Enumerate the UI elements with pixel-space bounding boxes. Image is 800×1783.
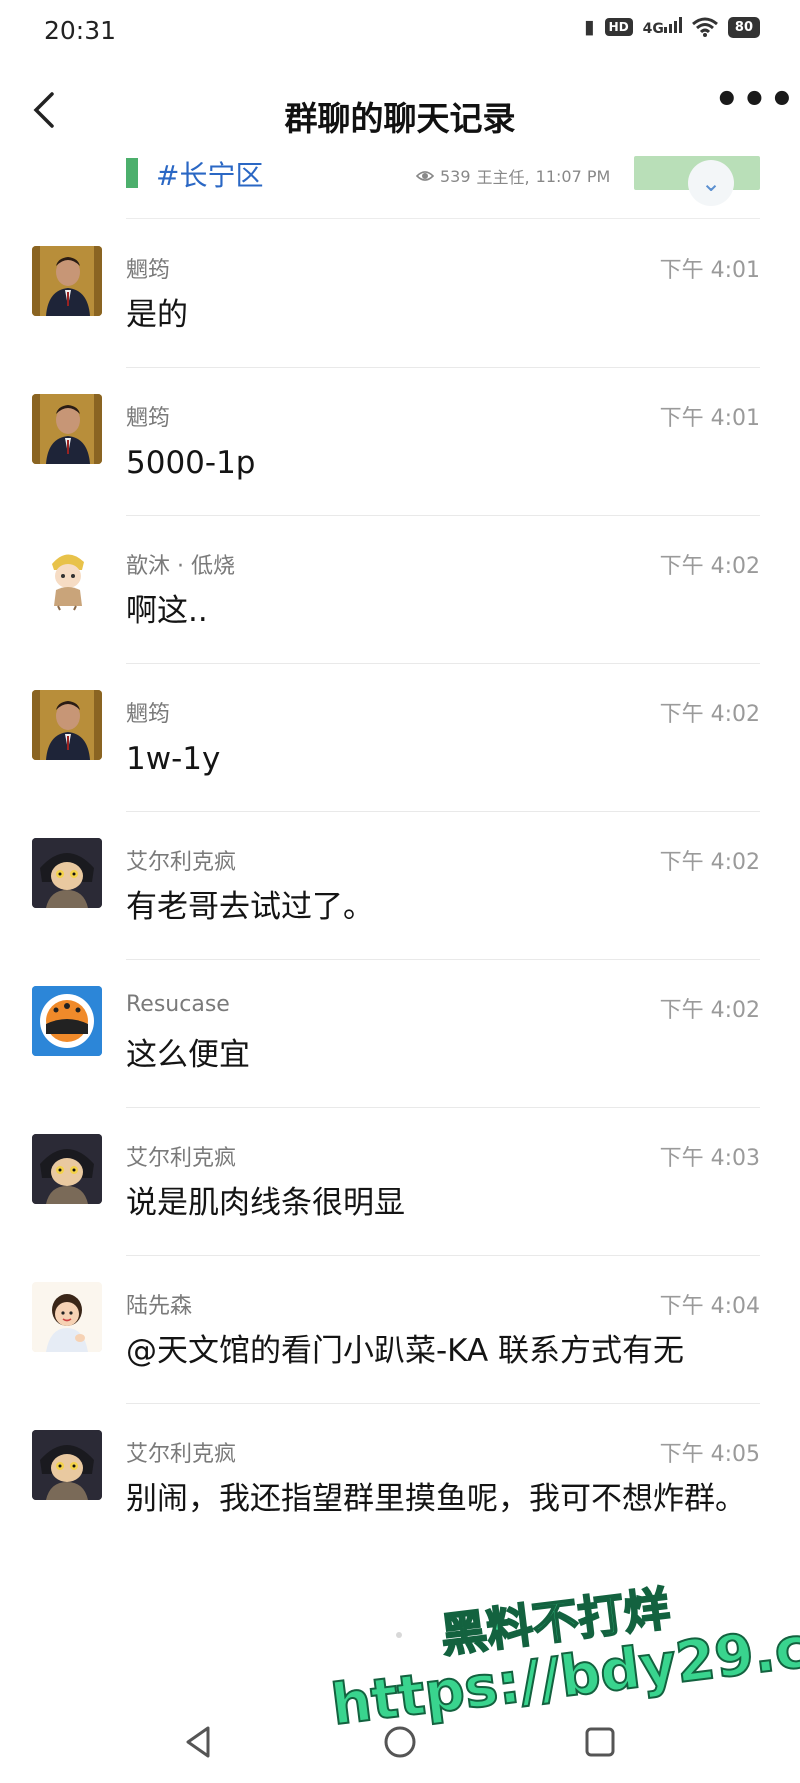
pin-accent-bar	[126, 158, 138, 188]
anime-avatar[interactable]	[32, 1134, 102, 1204]
nav-recents-button[interactable]	[576, 1718, 624, 1766]
wifi-icon	[691, 17, 718, 37]
pin-author: 王主任,	[476, 168, 530, 187]
hd-icon: HD	[604, 18, 633, 36]
triangle-back-icon	[186, 1726, 210, 1758]
message-text: 说是肌肉线条很明显	[126, 1185, 405, 1221]
sender-name[interactable]: 艾尔利克疯	[126, 1140, 236, 1172]
kid-avatar[interactable]	[32, 1282, 102, 1352]
message-item[interactable]: 魍筠 下午 4:02 1w-1y	[0, 664, 800, 812]
anime-avatar[interactable]	[32, 838, 102, 908]
sender-name[interactable]: 魍筠	[126, 400, 170, 432]
nav-home-button[interactable]	[376, 1718, 424, 1766]
page-title: 群聊的聊天记录	[284, 99, 516, 138]
battery-icon: 80	[727, 16, 760, 38]
message-text: 有老哥去试过了。	[126, 889, 374, 925]
sender-name[interactable]: 艾尔利克疯	[126, 844, 236, 876]
message-text: 别闹，我还指望群里摸鱼呢，我可不想炸群。	[126, 1481, 746, 1517]
resucase-avatar[interactable]	[32, 986, 102, 1056]
message-text: 5000-1p	[126, 445, 256, 481]
message-time: 下午 4:04	[659, 1294, 760, 1319]
square-recents-icon	[585, 1727, 615, 1757]
pin-time: 11:07 PM	[535, 166, 611, 186]
message-time: 下午 4:02	[659, 702, 760, 727]
more-horizontal-icon: •••	[714, 77, 797, 123]
sender-name[interactable]: 魍筠	[126, 696, 170, 728]
status-bar: 20:31 ▮ HD 4G 80	[0, 0, 800, 60]
scroll-indicator	[396, 1632, 402, 1638]
system-nav-bar	[0, 1700, 800, 1783]
sender-name[interactable]: 陆先森	[126, 1288, 192, 1320]
eye-icon	[416, 171, 434, 181]
vibrate-icon: ▮	[584, 16, 595, 38]
message-text: 1w-1y	[126, 741, 221, 777]
signal-icon: 4G	[643, 17, 682, 37]
expand-button[interactable]: ⌄	[688, 160, 734, 206]
circle-home-icon	[384, 1726, 416, 1758]
message-text: 是的	[126, 297, 188, 333]
message-list: 魍筠 下午 4:01 是的 魍筠 下午 4:01 5000-1p 歆沐 · 低烧…	[0, 220, 800, 1584]
message-time: 下午 4:02	[659, 998, 760, 1023]
message-item[interactable]: 陆先森 下午 4:04 @天文馆的看门小趴菜-KA 联系方式有无	[0, 1256, 800, 1404]
sender-name[interactable]: 歆沐 · 低烧	[126, 548, 235, 580]
chevron-down-icon: ⌄	[700, 169, 722, 197]
message-item[interactable]: 艾尔利克疯 下午 4:05 别闹，我还指望群里摸鱼呢，我可不想炸群。	[0, 1404, 800, 1584]
message-time: 下午 4:02	[659, 850, 760, 875]
man-avatar[interactable]	[32, 246, 102, 316]
watermark-text: 黑料不打烊	[437, 1580, 674, 1664]
man-avatar[interactable]	[32, 690, 102, 760]
message-item[interactable]: 艾尔利克疯 下午 4:03 说是肌肉线条很明显	[0, 1108, 800, 1256]
chat-header: 群聊的聊天记录 •••	[0, 70, 800, 150]
message-time: 下午 4:05	[659, 1442, 760, 1467]
status-icons: ▮ HD 4G 80	[584, 16, 760, 38]
message-item[interactable]: 艾尔利克疯 下午 4:02 有老哥去试过了。	[0, 812, 800, 960]
message-time: 下午 4:03	[659, 1146, 760, 1171]
status-time: 20:31	[44, 16, 117, 45]
message-time: 下午 4:02	[659, 554, 760, 579]
message-time: 下午 4:01	[659, 258, 760, 283]
message-item[interactable]: 魍筠 下午 4:01 5000-1p	[0, 368, 800, 516]
view-count: 539	[440, 166, 471, 186]
nav-back-button[interactable]	[176, 1718, 224, 1766]
message-text: 这么便宜	[126, 1037, 250, 1073]
message-item[interactable]: 魍筠 下午 4:01 是的	[0, 220, 800, 368]
sender-name[interactable]: 艾尔利克疯	[126, 1436, 236, 1468]
message-item[interactable]: Resucase 下午 4:02 这么便宜	[0, 960, 800, 1108]
anime-girl-avatar[interactable]	[32, 542, 102, 612]
sender-name[interactable]: 魍筠	[126, 252, 170, 284]
divider	[126, 218, 760, 219]
network-type: 4G	[642, 21, 664, 37]
location-tag[interactable]: #长宁区	[156, 154, 263, 194]
message-time: 下午 4:01	[659, 406, 760, 431]
pin-meta: 539 王主任, 11:07 PM	[416, 164, 610, 188]
sender-name[interactable]: Resucase	[126, 992, 230, 1017]
man-avatar[interactable]	[32, 394, 102, 464]
anime-avatar[interactable]	[32, 1430, 102, 1500]
more-button[interactable]: •••	[714, 80, 795, 130]
pinned-message[interactable]: #长宁区 539 王主任, 11:07 PM ⌄	[126, 150, 760, 214]
message-text: 啊这..	[126, 593, 208, 629]
message-text: @天文馆的看门小趴菜-KA 联系方式有无	[126, 1333, 685, 1369]
message-item[interactable]: 歆沐 · 低烧 下午 4:02 啊这..	[0, 516, 800, 664]
